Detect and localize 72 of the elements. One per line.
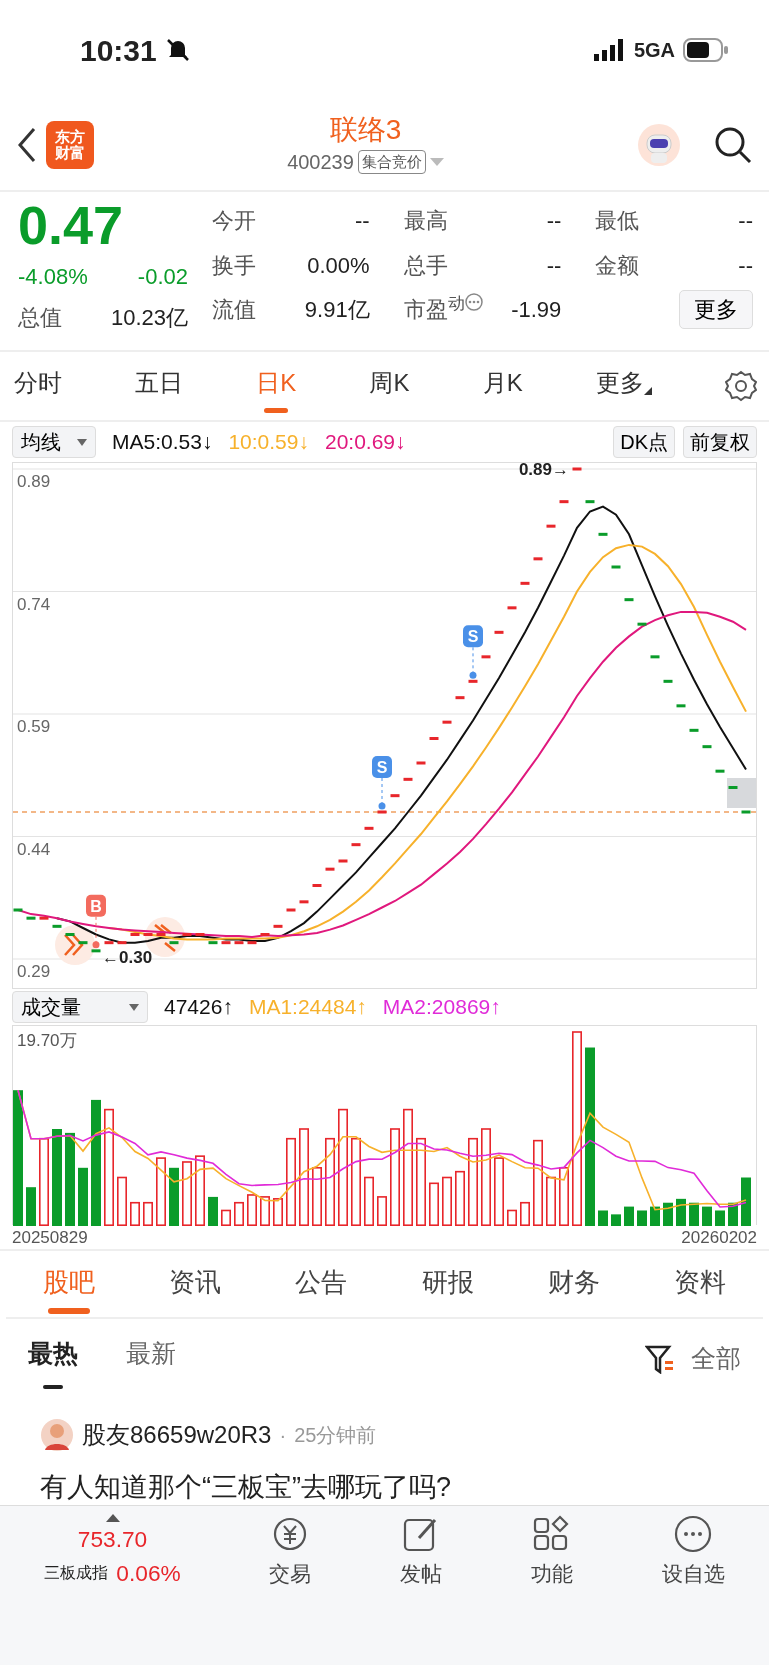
price-annotation: ←0.30: [102, 947, 153, 967]
date-label: 20250829: [12, 1227, 88, 1249]
feed-tab[interactable]: 最新: [126, 1329, 176, 1389]
axis-label: 0.29: [17, 962, 51, 981]
ma-value: 20:0.69↓: [324, 429, 406, 456]
section-tab[interactable]: 资料: [673, 1254, 726, 1314]
network-label: 5GA: [633, 38, 675, 63]
section-tab[interactable]: 研报: [421, 1254, 474, 1314]
chart-tab[interactable]: 分时: [14, 359, 62, 413]
index-change: 0.06%: [116, 1559, 181, 1589]
toolbar-button[interactable]: 功能: [530, 1514, 573, 1590]
current-price: 0.47: [18, 198, 125, 252]
ma-value: MA5:0.53↓: [112, 429, 213, 456]
index-value: 753.70: [77, 1525, 148, 1554]
stat-label: 总手: [403, 252, 448, 280]
more-button[interactable]: 更多: [679, 290, 753, 329]
price-annotation: 0.89→: [518, 463, 569, 479]
stat-label: 最高: [403, 207, 448, 235]
index-name: 三板成指: [44, 1563, 109, 1584]
stat-value: 9.91亿: [304, 296, 370, 324]
date-label: 20260202: [681, 1227, 757, 1249]
stat-value: --: [546, 207, 562, 235]
stat-value: --: [546, 252, 562, 280]
stat-label: 今开: [212, 207, 256, 235]
stat-value: 10.23亿: [110, 304, 188, 332]
toolbar-button[interactable]: 设自选: [661, 1514, 725, 1590]
toolbar-button[interactable]: 发帖: [400, 1514, 443, 1590]
stat-value: -1.99: [511, 296, 562, 324]
toolbar-button[interactable]: 交易: [269, 1514, 312, 1590]
chart-tab[interactable]: 月K: [482, 359, 523, 413]
adjust-button[interactable]: 前复权: [683, 426, 757, 458]
volume-value: MA2:20869↑: [382, 994, 501, 1021]
post-text[interactable]: 有人知道那个“三板宝”去哪玩了吗?: [40, 1467, 729, 1505]
stat-label: 换手: [212, 252, 256, 280]
change-percent: -4.08%: [18, 263, 88, 291]
stat-label: 金额: [595, 252, 640, 280]
stat-value: --: [738, 252, 753, 280]
stat-label: 总值: [18, 304, 62, 332]
axis-label: 0.74: [17, 594, 51, 614]
chart-tab[interactable]: 更多: [595, 359, 652, 413]
section-tab[interactable]: 资讯: [169, 1254, 222, 1314]
volume-value: MA1:24484↑: [248, 994, 367, 1021]
stat-label: 最低: [595, 207, 640, 235]
stat-value: 0.00%: [307, 252, 370, 280]
axis-label: 0.89: [17, 472, 51, 491]
stock-code: 400239: [287, 149, 354, 175]
section-tab[interactable]: 公告: [295, 1254, 348, 1314]
chart-tab[interactable]: 五日: [135, 359, 184, 413]
stat-label: 市盈$^{动}$: [403, 293, 465, 324]
axis-label: 0.59: [17, 717, 51, 736]
stat-value: --: [355, 207, 370, 235]
indicator-select[interactable]: 均线: [12, 426, 96, 458]
post-author: 股友86659w20R3: [82, 1420, 272, 1450]
volume-value: 47426↑: [164, 994, 233, 1021]
app-logo: 东方财富: [46, 121, 94, 169]
indicator-select[interactable]: 成交量: [12, 991, 148, 1023]
section-tab[interactable]: 财务: [547, 1254, 600, 1314]
stat-label: 流值: [212, 296, 256, 324]
stat-value: --: [738, 207, 753, 235]
dk-button[interactable]: DK点: [613, 426, 675, 458]
chart-tab[interactable]: 周K: [369, 359, 410, 413]
status-badge: 集合竞价: [357, 149, 426, 175]
axis-label: 19.70万: [17, 1031, 77, 1050]
stock-title: 联络3: [329, 113, 402, 147]
separator-dot: ·: [279, 1423, 287, 1448]
clock: 10:31: [80, 32, 157, 69]
axis-label: 0.44: [17, 839, 51, 859]
post-time: 25分钟前: [294, 1423, 377, 1448]
change-value: -0.02: [137, 263, 188, 291]
feed-tab[interactable]: 最热: [28, 1329, 78, 1389]
filter-button[interactable]: 全部: [691, 1334, 741, 1384]
ma-value: 10:0.59↓: [228, 429, 309, 456]
